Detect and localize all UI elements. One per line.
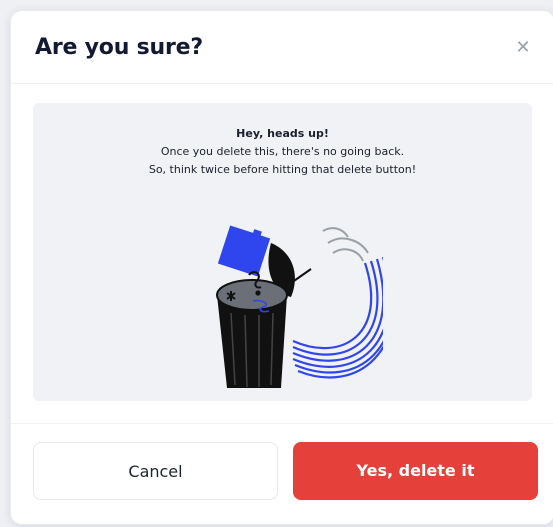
swoosh-lines-icon: [292, 257, 383, 379]
hand-icon: [322, 227, 369, 262]
trash-bin-illustration: [216, 225, 383, 388]
dialog-title: Are you sure?: [35, 35, 203, 60]
close-icon[interactable]: ✕: [512, 37, 534, 59]
warning-line-1: Once you delete this, there's no going b…: [160, 145, 405, 158]
dialog-body-panel: Hey, heads up! Once you delete this, the…: [33, 103, 532, 401]
warning-line-2: So, think twice before hitting that dele…: [148, 163, 417, 176]
warning-heading: Hey, heads up!: [236, 127, 329, 140]
dialog-footer: Cancel Yes, delete it: [11, 423, 553, 527]
cancel-button[interactable]: Cancel: [33, 442, 278, 500]
blue-paper-icon: [217, 225, 271, 277]
confirm-delete-dialog: Are you sure? ✕ Hey, heads up! Once you …: [10, 10, 553, 525]
dialog-header: Are you sure? ✕: [11, 11, 553, 84]
trash-bin-icon: [216, 279, 288, 388]
confirm-delete-button[interactable]: Yes, delete it: [293, 442, 538, 500]
